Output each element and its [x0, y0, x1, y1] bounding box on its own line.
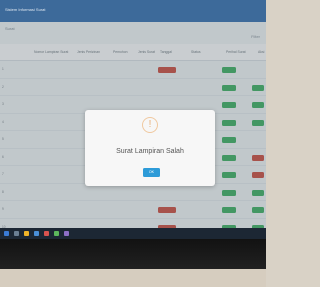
app-icon[interactable]	[44, 231, 49, 236]
app-icon[interactable]	[54, 231, 59, 236]
app-icon[interactable]	[64, 231, 69, 236]
alert-dialog: ! Surat Lampiran Salah OK	[85, 110, 215, 186]
monitor-screen: Sistem Informasi Surat Surat Filter Nomo…	[0, 0, 266, 228]
ok-button[interactable]: OK	[143, 168, 160, 177]
search-icon[interactable]	[14, 231, 19, 236]
desk-surface	[0, 269, 266, 287]
start-icon[interactable]	[4, 231, 9, 236]
folder-icon[interactable]	[24, 231, 29, 236]
app-title: Sistem Informasi Surat	[5, 7, 46, 12]
window-title-bar: Sistem Informasi Surat	[0, 0, 266, 22]
dialog-title: Surat Lampiran Salah	[116, 148, 184, 155]
browser-icon[interactable]	[34, 231, 39, 236]
warning-icon: !	[142, 117, 158, 133]
taskbar	[0, 228, 266, 239]
